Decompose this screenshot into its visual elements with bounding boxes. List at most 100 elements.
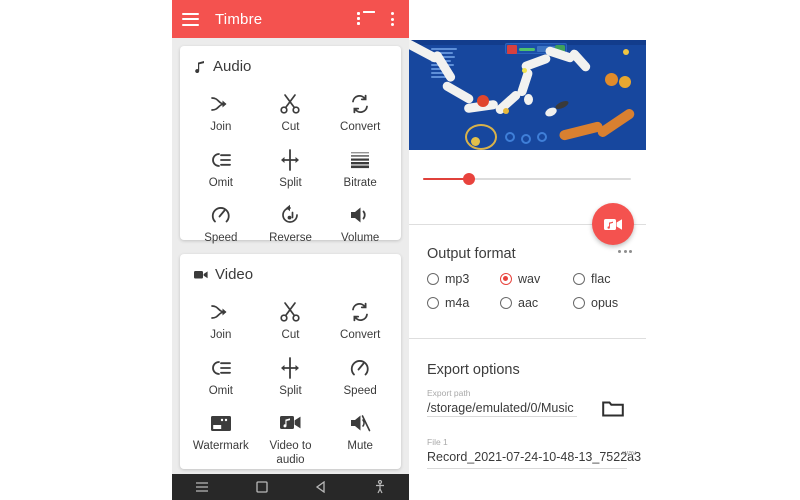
audio-tile-grid: Join Cut Convert Omit Split Bitrate Spee…	[180, 81, 401, 252]
right-pane: Output format mp3 wav flac m4a aac opus …	[409, 0, 646, 500]
split-arrows-icon	[277, 355, 303, 381]
folder-icon[interactable]	[602, 400, 624, 418]
audio-tile-label: Split	[279, 176, 302, 189]
video-tile-label: Mute	[347, 440, 373, 453]
audio-tile-label: Bitrate	[343, 176, 377, 189]
divider-above-export	[409, 338, 646, 339]
audio-tile-volume[interactable]: Volume	[325, 196, 395, 252]
convert-loop-icon	[347, 91, 373, 117]
audio-tile-speed[interactable]: Speed	[186, 196, 256, 252]
export-options-section: Export options Export path /storage/emul…	[409, 348, 646, 469]
video-tile-label: Join	[210, 329, 232, 341]
back-triangle-icon[interactable]	[315, 481, 327, 493]
video-tile-cut[interactable]: Cut	[256, 293, 326, 349]
audio-tile-label: Volume	[340, 232, 380, 245]
join-arrow-icon	[208, 91, 234, 117]
split-arrows-icon	[277, 147, 303, 173]
video-card-title: Video	[215, 266, 254, 283]
video-tile-label: Omit	[208, 384, 233, 397]
recents-icon[interactable]	[195, 481, 209, 493]
audio-tile-convert[interactable]: Convert	[325, 85, 395, 141]
radio-button	[427, 297, 439, 309]
radio-button-selected	[500, 273, 512, 285]
file-extension: .wav	[620, 448, 636, 457]
radio-wav[interactable]: wav	[500, 272, 573, 286]
scissors-icon	[277, 91, 303, 117]
convert-loop-icon	[347, 299, 373, 325]
audio-tile-label: Cut	[281, 121, 300, 133]
radio-aac[interactable]: aac	[500, 296, 573, 310]
hamburger-icon[interactable]	[182, 12, 199, 26]
video-tile-label: Watermark	[192, 440, 249, 453]
volume-up-icon	[347, 202, 373, 228]
radio-label: wav	[518, 272, 541, 286]
audio-card: Audio Join Cut Convert Omit Split Bitrat…	[180, 46, 401, 244]
video-tile-join[interactable]: Join	[186, 293, 256, 349]
phone-frame: Timbre Audio Join Cut Convert Omit Split…	[172, 0, 646, 500]
scissors-icon	[277, 299, 303, 325]
video-tile-speed[interactable]: Speed	[325, 349, 395, 405]
video-tile-label: Split	[279, 384, 302, 397]
audio-tile-label: Speed	[204, 232, 238, 245]
radio-m4a[interactable]: m4a	[427, 296, 500, 310]
join-arrow-icon	[208, 299, 234, 325]
reverse-icon	[277, 202, 303, 228]
more-horiz-icon[interactable]	[618, 250, 632, 253]
volume-mute-icon	[347, 410, 373, 436]
home-square-icon[interactable]	[256, 481, 268, 493]
app-title: Timbre	[215, 10, 263, 28]
video-to-audio-icon	[277, 410, 303, 436]
file-1-value[interactable]: Record_2021-07-24-10-48-13_7522a3	[409, 447, 646, 464]
accessibility-icon[interactable]	[374, 480, 386, 494]
audio-card-header: Audio	[180, 46, 401, 81]
video-tile-watermark[interactable]: Watermark	[186, 404, 256, 469]
music-note-icon	[194, 60, 206, 73]
video-tile-omit[interactable]: Omit	[186, 349, 256, 405]
video-card: Video Join Cut Convert Omit Split Speed …	[180, 254, 401, 469]
video-tile-convert[interactable]: Convert	[325, 293, 395, 349]
video-tile-video-to-audio[interactable]: Video to audio	[256, 404, 326, 469]
video-tile-mute[interactable]: Mute	[325, 404, 395, 469]
navigation-bar-left	[172, 474, 409, 500]
slider-fill	[423, 178, 467, 180]
video-tile-split[interactable]: Split	[256, 349, 326, 405]
more-vert-icon[interactable]	[387, 11, 399, 27]
speedometer-icon	[347, 355, 373, 381]
radio-opus[interactable]: opus	[573, 296, 646, 310]
radio-label: m4a	[445, 296, 470, 310]
video-tile-label: Convert	[340, 329, 381, 341]
audio-tile-split[interactable]: Split	[256, 141, 326, 197]
radio-flac[interactable]: flac	[573, 272, 646, 286]
radio-label: aac	[518, 296, 539, 310]
preview-food-tomato	[477, 95, 489, 107]
bitrate-bars-icon	[347, 147, 373, 173]
audio-tile-label: Omit	[208, 176, 233, 189]
video-preview-thumbnail[interactable]	[409, 40, 646, 150]
audio-tile-bitrate[interactable]: Bitrate	[325, 141, 395, 197]
file-1-underline	[427, 468, 627, 469]
screenshot-root: Timbre Audio Join Cut Convert Omit Split…	[0, 0, 800, 500]
radio-mp3[interactable]: mp3	[427, 272, 500, 286]
audio-tile-label: Reverse	[269, 232, 312, 245]
audio-tile-join[interactable]: Join	[186, 85, 256, 141]
list-icon[interactable]	[357, 11, 375, 27]
radio-label: mp3	[445, 272, 470, 286]
video-card-header: Video	[180, 254, 401, 289]
audio-tile-cut[interactable]: Cut	[256, 85, 326, 141]
audio-card-title: Audio	[213, 58, 252, 75]
video-tile-grid: Join Cut Convert Omit Split Speed Waterm…	[180, 289, 401, 469]
slider-thumb[interactable]	[463, 173, 475, 185]
playback-progress-slider[interactable]	[409, 150, 646, 208]
export-options-title: Export options	[427, 362, 520, 378]
audio-tile-label: Convert	[340, 121, 381, 133]
file-1-label: File 1	[427, 437, 448, 447]
radio-label: opus	[591, 296, 619, 310]
audio-tile-omit[interactable]: Omit	[186, 141, 256, 197]
audio-tile-reverse[interactable]: Reverse	[256, 196, 326, 252]
watermark-icon	[208, 410, 234, 436]
radio-button	[573, 273, 585, 285]
video-camera-icon	[194, 269, 208, 280]
export-fab-button[interactable]	[592, 203, 634, 245]
speedometer-icon	[208, 202, 234, 228]
app-bar: Timbre	[172, 0, 409, 38]
